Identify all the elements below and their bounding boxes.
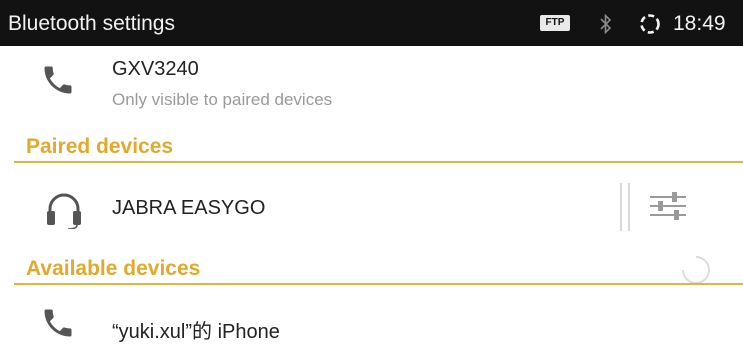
paired-devices-title: Paired devices (26, 135, 174, 158)
device-name: GXV3240 (112, 58, 199, 80)
status-bar: Bluetooth settings FTP 18:49 (0, 0, 743, 46)
paired-devices-header: Paired devices (0, 133, 743, 163)
bluetooth-icon (600, 13, 612, 40)
available-devices-header: Available devices (0, 255, 743, 285)
section-divider (14, 161, 743, 163)
paired-device-row[interactable]: JABRA EASYGO (0, 165, 743, 251)
available-devices-title: Available devices (26, 257, 201, 280)
section-divider (14, 283, 743, 285)
ftp-badge: FTP (540, 15, 570, 31)
visibility-status: Only visible to paired devices (112, 90, 333, 109)
page-title: Bluetooth settings (8, 12, 175, 35)
divider-icon (620, 183, 630, 231)
phone-icon (40, 305, 76, 346)
this-device-row[interactable]: GXV3240 Only visible to paired devices (0, 46, 743, 122)
phone-icon (40, 62, 76, 103)
device-name: JABRA EASYGO (112, 197, 266, 219)
clock: 18:49 (673, 12, 726, 35)
headset-icon (44, 189, 84, 234)
available-device-row[interactable]: “yuki.xul”的 iPhone (0, 287, 743, 363)
device-settings-icon[interactable] (648, 187, 688, 230)
device-name: “yuki.xul”的 iPhone (112, 321, 280, 343)
sync-icon (638, 12, 662, 41)
